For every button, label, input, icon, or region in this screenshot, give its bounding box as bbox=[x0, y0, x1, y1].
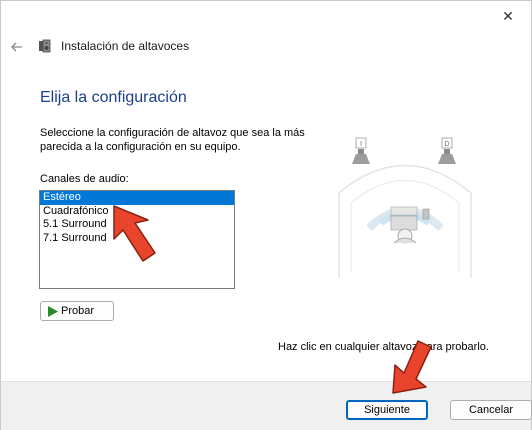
play-icon bbox=[48, 305, 58, 317]
close-button[interactable]: ✕ bbox=[485, 1, 531, 31]
back-arrow-icon[interactable] bbox=[9, 39, 25, 55]
channels-label: Canales de audio: bbox=[40, 173, 129, 185]
titlebar: Instalación de altavoces bbox=[1, 31, 531, 63]
cancel-button[interactable]: Cancelar bbox=[450, 400, 532, 420]
test-button-label: Probar bbox=[61, 305, 95, 317]
speaker-left-icon[interactable]: I bbox=[352, 137, 370, 164]
annotation-arrow-icon bbox=[392, 340, 432, 394]
next-button-label: Siguiente bbox=[364, 404, 410, 416]
cancel-button-label: Cancelar bbox=[468, 404, 514, 416]
annotation-arrow-icon bbox=[113, 205, 156, 262]
page-heading: Elija la configuración bbox=[40, 89, 187, 106]
speaker-setup-window: ✕ Instalación de altavoces Elija la conf… bbox=[0, 0, 532, 430]
listener-icon bbox=[390, 206, 430, 244]
speaker-left-label: I bbox=[360, 140, 362, 148]
speaker-icon bbox=[39, 39, 51, 53]
hint-text: Haz clic en cualquier altavoz para proba… bbox=[278, 341, 489, 353]
speaker-right-icon[interactable]: D bbox=[438, 137, 456, 164]
test-button[interactable]: Probar bbox=[40, 301, 114, 321]
speaker-layout-diagram: I D bbox=[338, 137, 472, 278]
close-icon: ✕ bbox=[502, 7, 514, 24]
next-button[interactable]: Siguiente bbox=[346, 400, 428, 420]
window-title: Instalación de altavoces bbox=[61, 39, 190, 53]
speaker-right-label: D bbox=[444, 140, 449, 148]
page-description: Seleccione la configuración de altavoz q… bbox=[40, 127, 305, 153]
